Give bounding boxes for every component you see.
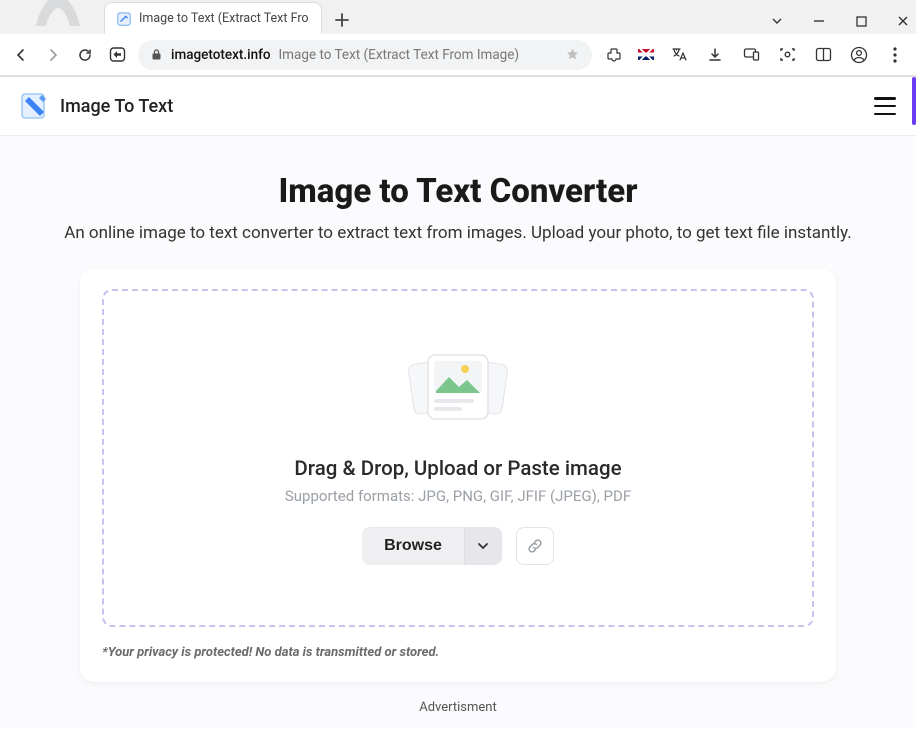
logo-icon — [20, 91, 50, 121]
page-heading: Image to Text Converter — [20, 172, 896, 211]
devices-icon[interactable] — [740, 44, 762, 66]
browser-tab[interactable]: Image to Text (Extract Text From — [104, 2, 322, 34]
page-subheading: An online image to text converter to ext… — [20, 223, 896, 243]
browser-chrome: Image to Text (Extract Text From imageto… — [0, 0, 916, 77]
drop-heading: Drag & Drop, Upload or Paste image — [124, 457, 792, 481]
translate-icon[interactable] — [668, 44, 690, 66]
forward-button[interactable] — [42, 44, 64, 66]
browser-brand-icon — [28, 0, 88, 28]
window-minimize-button[interactable] — [812, 14, 826, 28]
browser-toolbar: imagetotext.info Image to Text (Extract … — [0, 34, 916, 76]
new-tab-button[interactable] — [328, 6, 356, 34]
hamburger-menu-icon[interactable] — [874, 97, 896, 115]
downloads-icon[interactable] — [704, 44, 726, 66]
bookmark-star-icon[interactable] — [565, 47, 580, 62]
upload-card: Drag & Drop, Upload or Paste image Suppo… — [80, 269, 836, 682]
address-page-title: Image to Text (Extract Text From Image) — [279, 47, 520, 63]
reload-button[interactable] — [74, 44, 96, 66]
link-icon — [526, 537, 544, 555]
site-logo[interactable]: Image To Text — [20, 91, 173, 121]
window-close-button[interactable] — [896, 14, 910, 28]
site-title: Image To Text — [60, 96, 173, 117]
page-content: Image To Text Image to Text Converter An… — [0, 77, 916, 728]
lock-icon — [150, 48, 163, 61]
address-bar[interactable]: imagetotext.info Image to Text (Extract … — [138, 40, 592, 70]
browse-button-group: Browse — [362, 527, 502, 565]
profile-icon[interactable] — [848, 44, 870, 66]
menu-dots-icon[interactable] — [884, 44, 906, 66]
paste-url-button[interactable] — [516, 527, 554, 565]
extensions-icon[interactable] — [602, 44, 624, 66]
image-stack-icon — [403, 347, 513, 437]
scroll-accent — [912, 77, 916, 125]
back-button[interactable] — [10, 44, 32, 66]
screenshot-icon[interactable] — [776, 44, 798, 66]
window-maximize-button[interactable] — [854, 14, 868, 28]
browse-dropdown-caret[interactable] — [464, 527, 502, 565]
language-flag-icon[interactable] — [638, 49, 654, 60]
toolbar-icons — [602, 44, 906, 66]
drop-zone[interactable]: Drag & Drop, Upload or Paste image Suppo… — [102, 289, 814, 627]
hero: Image to Text Converter An online image … — [0, 136, 916, 259]
favicon-icon — [117, 12, 131, 26]
address-domain: imagetotext.info — [171, 47, 271, 63]
tab-title: Image to Text (Extract Text From — [139, 11, 309, 26]
window-caret-down-icon[interactable] — [770, 14, 784, 28]
browse-button[interactable]: Browse — [362, 527, 464, 565]
advertisement-label: Advertisment — [0, 682, 916, 719]
privacy-note: *Your privacy is protected! No data is t… — [102, 645, 814, 660]
split-view-icon[interactable] — [812, 44, 834, 66]
drop-actions: Browse — [124, 527, 792, 565]
site-header: Image To Text — [0, 77, 916, 136]
drop-formats: Supported formats: JPG, PNG, GIF, JFIF (… — [124, 487, 792, 505]
sidebar-toggle-icon[interactable] — [106, 44, 128, 66]
tab-bar: Image to Text (Extract Text From — [0, 0, 916, 34]
